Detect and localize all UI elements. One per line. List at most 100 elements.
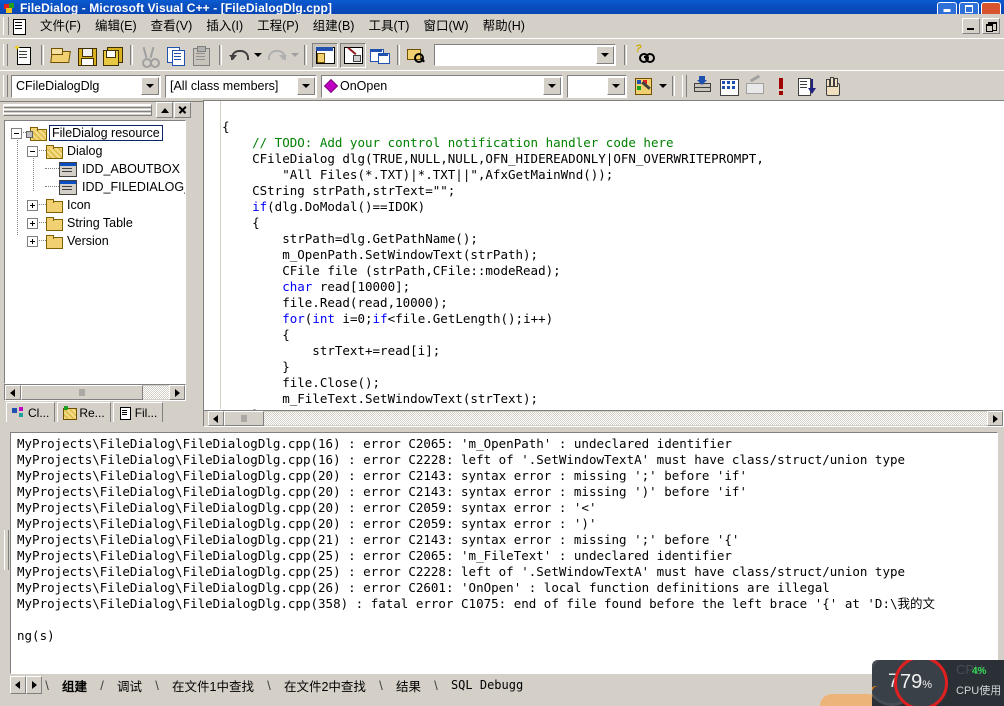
insert-breakpoint-icon[interactable] [821, 75, 845, 98]
resource-tree[interactable]: FileDialog resource Dialog IDD_ABOUTBOX … [4, 120, 186, 384]
chevron-down-icon[interactable] [543, 77, 561, 95]
redo-dropdown-icon[interactable] [289, 44, 300, 66]
toolbar-grip[interactable] [3, 44, 8, 66]
output-toggle-icon[interactable] [340, 42, 366, 68]
scrollbar-thumb[interactable] [21, 385, 143, 400]
wizardbar-grip[interactable] [3, 75, 8, 97]
tree-node-icon[interactable]: Icon [5, 196, 185, 214]
output-tab-debug[interactable]: 调试 [107, 675, 152, 696]
output-tab-build[interactable]: 组建 [52, 675, 97, 696]
menu-window[interactable]: 窗口(W) [416, 16, 475, 36]
tree-expander-minus-icon[interactable] [11, 127, 22, 139]
output-tab-find-in-files-1[interactable]: 在文件1中查找 [162, 675, 264, 696]
find-help-icon[interactable]: ? [632, 43, 656, 67]
dock-icon[interactable] [156, 102, 173, 118]
vc-app-icon[interactable] [3, 2, 17, 14]
copy-icon[interactable] [164, 44, 188, 67]
go-debug-icon[interactable] [795, 75, 819, 98]
mdi-restore-button[interactable] [982, 18, 1000, 34]
tree-expander-plus-icon[interactable] [27, 217, 38, 229]
build-toolbar-grip[interactable] [682, 75, 687, 97]
menubar-grip[interactable] [3, 17, 9, 35]
cpu-monitor-gadget[interactable]: 7 79% CPU 4% CPU使用 [872, 660, 1004, 706]
workspace-toggle-icon[interactable] [312, 42, 338, 68]
output-pane-grip[interactable] [2, 430, 10, 670]
scrollbar-track[interactable] [264, 412, 987, 425]
menu-insert[interactable]: 插入(I) [199, 16, 250, 36]
restore-button[interactable] [959, 2, 979, 14]
scroll-left-icon[interactable] [5, 385, 21, 400]
undo-icon[interactable] [227, 44, 251, 67]
menu-file[interactable]: 文件(F) [33, 16, 88, 36]
code-editor[interactable]: { // TODO: Add your control notification… [203, 100, 1004, 427]
stop-build-icon[interactable] [743, 74, 767, 98]
menu-edit[interactable]: 编辑(E) [88, 16, 144, 36]
save-icon[interactable] [75, 44, 99, 67]
mdi-minimize-button[interactable] [962, 18, 980, 34]
editor-selection-margin[interactable] [204, 101, 221, 409]
find-combo[interactable] [434, 44, 616, 66]
menu-help[interactable]: 帮助(H) [476, 16, 532, 36]
undo-dropdown-icon[interactable] [252, 44, 263, 66]
editor-code-text[interactable]: { // TODO: Add your control notification… [222, 103, 987, 439]
tab-resourceview[interactable]: Re... [57, 402, 111, 422]
class-combo[interactable]: CFileDialogDlg [11, 74, 161, 98]
output-tab-sql-debugging[interactable]: SQL Debugg [441, 677, 533, 693]
tree-node-dialog[interactable]: Dialog [5, 142, 185, 160]
output-tab-find-in-files-2[interactable]: 在文件2中查找 [274, 675, 376, 696]
chevron-down-icon[interactable] [141, 77, 159, 95]
scroll-right-icon[interactable] [987, 411, 1003, 426]
menu-build[interactable]: 组建(B) [306, 16, 362, 36]
cut-icon[interactable] [138, 44, 162, 68]
chevron-down-icon[interactable] [596, 46, 614, 64]
editor-horizontal-scrollbar[interactable] [204, 410, 1003, 426]
tree-node-string-table[interactable]: String Table [5, 214, 185, 232]
tree-node-version[interactable]: Version [5, 232, 185, 250]
function-combo[interactable]: OnOpen [321, 74, 563, 98]
chevron-down-icon[interactable] [607, 77, 625, 95]
build-icon[interactable] [717, 75, 741, 98]
scroll-right-icon[interactable] [26, 676, 42, 694]
tree-expander-plus-icon[interactable] [27, 199, 38, 211]
tree-node-idd-aboutbox[interactable]: IDD_ABOUTBOX [5, 160, 185, 178]
workspace-horizontal-scrollbar[interactable] [4, 384, 186, 401]
wizardbar-actions-icon[interactable] [632, 75, 656, 98]
new-file-icon[interactable] [12, 44, 36, 67]
menu-project[interactable]: 工程(P) [250, 16, 306, 36]
chevron-down-icon[interactable] [297, 77, 315, 95]
minimize-button[interactable] [937, 2, 957, 14]
menu-view[interactable]: 查看(V) [144, 16, 200, 36]
find-in-files-icon[interactable] [405, 44, 429, 67]
tree-expander-minus-icon[interactable] [27, 145, 38, 157]
close-icon[interactable] [174, 102, 191, 118]
actions-combo[interactable] [567, 74, 627, 98]
redo-icon[interactable] [264, 44, 288, 67]
members-combo-value[interactable]: [All class members] [166, 79, 296, 93]
wizardbar-dropdown-icon[interactable] [657, 75, 668, 97]
workspace-drag-grip[interactable] [3, 104, 152, 116]
tab-fileview[interactable]: Fil... [112, 402, 164, 422]
compile-icon[interactable] [691, 75, 715, 98]
editor-vertical-scrollbar[interactable] [989, 101, 1004, 409]
scroll-right-icon[interactable] [169, 385, 185, 400]
paste-icon[interactable] [190, 44, 214, 67]
open-file-icon[interactable] [49, 44, 73, 67]
output-tab-results[interactable]: 结果 [386, 675, 431, 696]
tree-node-filedialog-resource[interactable]: FileDialog resource [5, 124, 185, 142]
tab-classview[interactable]: Cl... [6, 402, 56, 422]
members-combo[interactable]: [All class members] [165, 74, 317, 98]
save-all-icon[interactable] [101, 44, 125, 67]
class-combo-value[interactable]: CFileDialogDlg [12, 79, 140, 93]
tree-node-idd-filedialog-dialog[interactable]: IDD_FILEDIALOG_DIALOG [5, 178, 185, 196]
scroll-left-icon[interactable] [10, 676, 26, 694]
close-button[interactable] [981, 2, 1001, 14]
build-output-box[interactable]: MyProjects\FileDialog\FileDialogDlg.cpp(… [10, 432, 998, 674]
window-list-icon[interactable] [368, 44, 392, 67]
scrollbar-track[interactable] [143, 386, 169, 399]
menu-tools[interactable]: 工具(T) [361, 16, 416, 36]
scroll-left-icon[interactable] [208, 411, 224, 426]
tree-expander-plus-icon[interactable] [27, 235, 38, 247]
scrollbar-thumb[interactable] [224, 411, 264, 426]
function-combo-value[interactable]: OnOpen [322, 79, 542, 93]
execute-icon[interactable] [769, 75, 793, 98]
